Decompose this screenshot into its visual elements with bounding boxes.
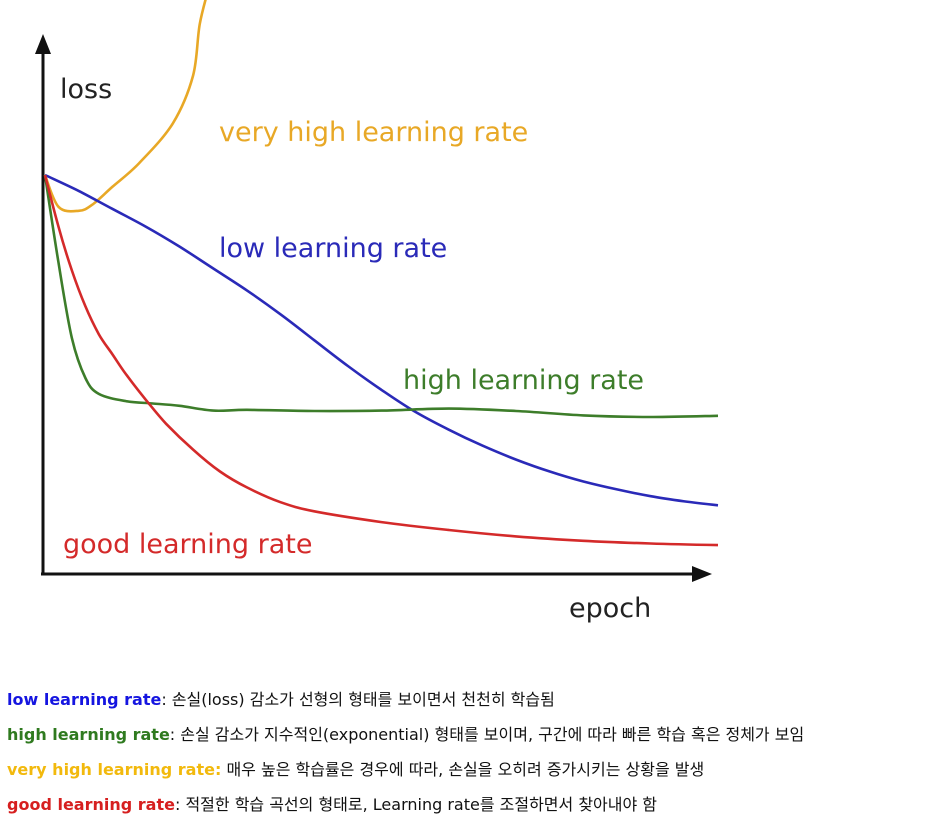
learning-rate-chart: loss epoch very high learning rate low l… [35,0,719,624]
note-good-learning-rate: good learning rate: 적절한 학습 곡선의 형태로, Lear… [7,787,922,822]
x-axis-label: epoch [569,593,651,624]
low-learning-rate-label: low learning rate [219,233,447,264]
low-learning-rate-line [44,173,719,507]
learning-rate-notes: low learning rate: 손실(loss) 감소가 선형의 형태를 … [7,682,922,822]
note-very-high-learning-rate: very high learning rate: 매우 높은 학습률은 경우에 … [7,752,922,787]
note-term: good learning rate [7,795,175,814]
good-learning-rate-label: good learning rate [63,529,312,560]
note-description: 손실(loss) 감소가 선형의 형태를 보이면서 천천히 학습됨 [166,690,555,709]
x-axis [41,566,712,582]
note-high-learning-rate: high learning rate: 손실 감소가 지수적인(exponent… [7,717,922,752]
y-axis-label: loss [60,74,112,105]
note-term: high learning rate [7,725,170,744]
note-term: low learning rate [7,690,162,709]
y-axis [35,34,51,574]
note-low-learning-rate: low learning rate: 손실(loss) 감소가 선형의 형태를 … [7,682,922,717]
high-learning-rate-label: high learning rate [403,365,644,396]
very-high-learning-rate-label: very high learning rate [219,117,528,148]
note-term: very high learning rate: [7,760,222,779]
note-description: 매우 높은 학습률은 경우에 따라, 손실을 오히려 증가시키는 상황을 발생 [221,760,705,779]
note-description: 적절한 학습 곡선의 형태로, Learning rate를 조절하면서 찾아내… [180,795,658,814]
note-description: 손실 감소가 지수적인(exponential) 형태를 보이며, 구간에 따라… [175,725,805,744]
very-high-learning-rate-line [43,0,207,213]
